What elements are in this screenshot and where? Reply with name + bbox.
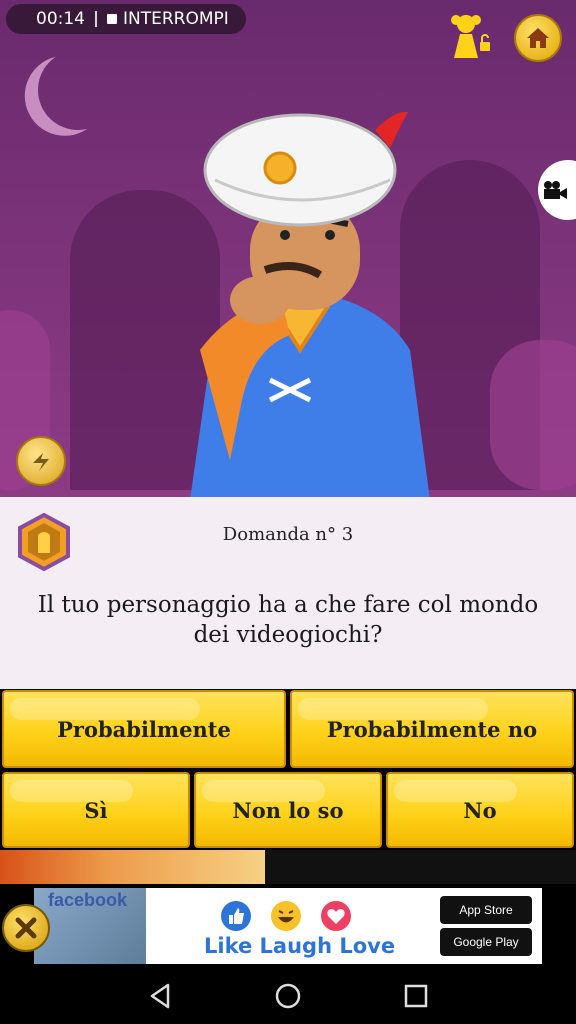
home-button[interactable]	[514, 14, 562, 62]
progress-bar	[0, 850, 576, 884]
answer-label: Probabilmente no	[326, 716, 538, 742]
ad-close-button[interactable]	[2, 904, 50, 952]
answer-label: Non lo so	[232, 797, 344, 823]
undo-icon	[33, 453, 49, 471]
app-store-badge[interactable]: App Store	[440, 896, 532, 924]
video-camera-icon	[544, 181, 567, 199]
app-store-label: App Store	[459, 903, 513, 917]
moon-decoration	[32, 44, 125, 137]
answer-label: Sì	[84, 797, 108, 823]
stop-recording-label[interactable]: INTERROMPI	[123, 9, 229, 29]
google-play-label: Google Play	[453, 935, 519, 949]
kid-mode-icon[interactable]	[448, 12, 494, 60]
stop-icon	[107, 14, 117, 24]
divider	[95, 11, 97, 27]
answer-label: No	[463, 797, 497, 823]
love-reaction-icon	[321, 901, 351, 931]
question-text: Il tuo personaggio ha a che fare col mon…	[37, 592, 539, 648]
home-circle-icon	[275, 983, 301, 1009]
progress-fill	[0, 850, 265, 884]
like-reaction-icon	[221, 901, 251, 931]
answer-yes-button[interactable]: Sì	[2, 772, 190, 848]
undo-button[interactable]	[16, 436, 66, 486]
back-nav-button[interactable]	[144, 980, 176, 1012]
close-icon	[15, 917, 37, 939]
answer-no-button[interactable]: No	[386, 772, 574, 848]
home-icon	[527, 28, 549, 48]
google-play-badge[interactable]: Google Play	[440, 928, 532, 956]
answer-label: Probabilmente	[57, 716, 231, 742]
answer-probably-button[interactable]: Probabilmente	[2, 690, 286, 768]
screen-recording-bar[interactable]: 00:14 INTERROMPI	[6, 4, 246, 34]
ad-slogan: Like Laugh Love	[204, 934, 396, 958]
laugh-reaction-icon	[271, 901, 301, 931]
question-number: Domanda n° 3	[222, 524, 354, 545]
recents-square-icon	[404, 984, 428, 1008]
genie-character	[190, 111, 430, 500]
answer-dont-know-button[interactable]: Non lo so	[194, 772, 382, 848]
answer-probably-not-button[interactable]: Probabilmente no	[290, 690, 574, 768]
video-button[interactable]	[538, 160, 576, 220]
home-nav-button[interactable]	[272, 980, 304, 1012]
android-navigation-bar	[0, 966, 576, 1024]
recents-nav-button[interactable]	[400, 980, 432, 1012]
back-triangle-icon	[150, 983, 170, 1009]
recording-time: 00:14	[36, 9, 85, 29]
character-scene: 00:14 INTERROMPI	[0, 0, 576, 500]
ad-brand: facebook	[48, 890, 128, 910]
ad-banner[interactable]: facebook Like Laugh Love App Store Googl…	[34, 888, 542, 964]
silhouette-far-right	[490, 340, 576, 490]
